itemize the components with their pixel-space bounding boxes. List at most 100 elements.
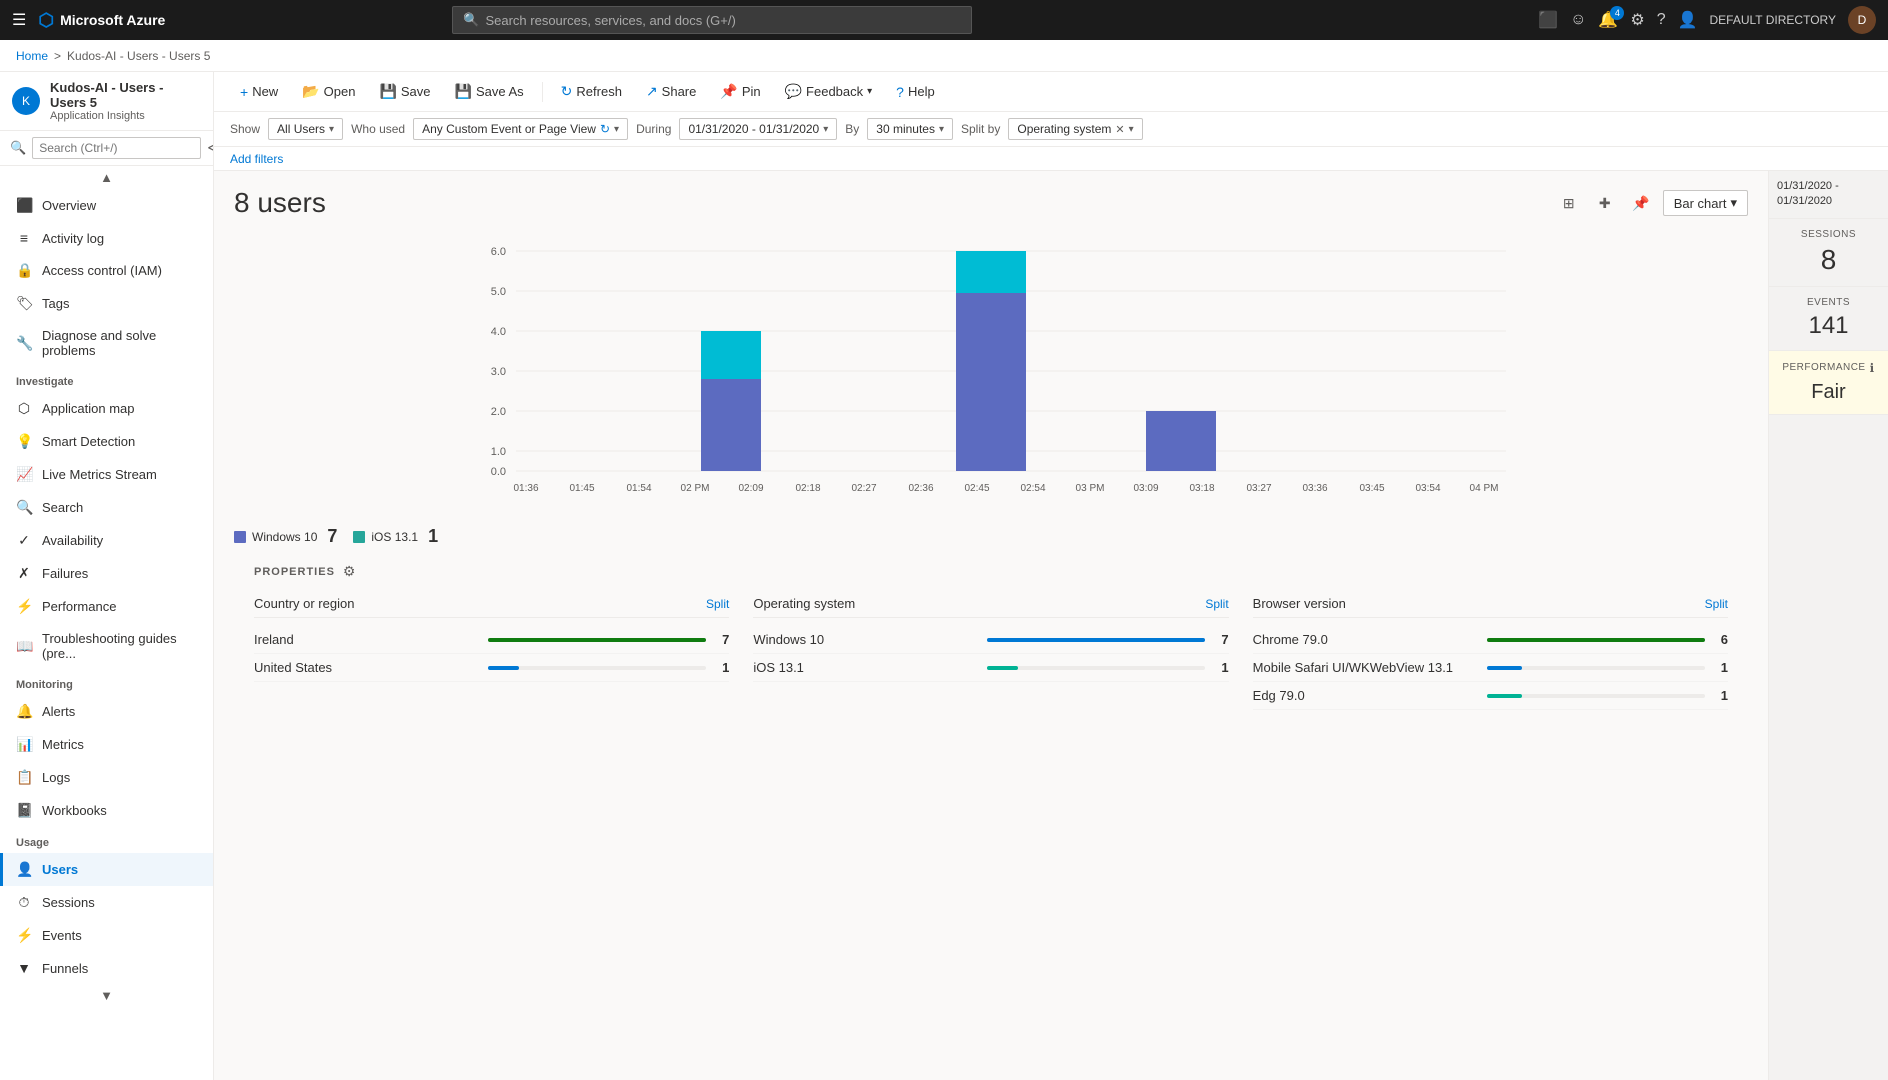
sidebar-item-activity-log[interactable]: ≡ Activity log	[0, 222, 213, 254]
failures-icon: ✗	[16, 565, 32, 582]
by-filter-value: 30 minutes	[876, 122, 935, 136]
bar-cyan-1[interactable]	[701, 331, 761, 379]
split-by-clear-icon[interactable]: ✕	[1115, 123, 1124, 136]
sidebar-search-input[interactable]	[32, 137, 201, 159]
prop-count-win10: 7	[1221, 632, 1228, 647]
sidebar-item-search[interactable]: 🔍 Search	[0, 491, 213, 524]
grid-view-btn[interactable]: ⊞	[1555, 189, 1583, 217]
show-filter-select[interactable]: All Users ▾	[268, 118, 343, 140]
resource-icon-letter: K	[22, 94, 30, 108]
save-as-button[interactable]: 💾 Save As	[445, 78, 534, 105]
user-avatar[interactable]: D	[1848, 6, 1876, 34]
sidebar-scroll-up[interactable]: ▲	[0, 166, 213, 189]
during-filter-select[interactable]: 01/31/2020 - 01/31/2020 ▾	[679, 118, 837, 140]
global-search-input[interactable]	[485, 13, 961, 28]
prop-bar-ireland	[488, 638, 706, 642]
feedback-button[interactable]: 💬 Feedback ▾	[775, 78, 883, 105]
users-icon: 👤	[16, 861, 32, 878]
prop-name-ireland: Ireland	[254, 632, 472, 647]
sidebar-item-tags[interactable]: 🏷 Tags	[0, 287, 213, 320]
sidebar-item-availability[interactable]: ✓ Availability	[0, 524, 213, 557]
add-chart-btn[interactable]: ✚	[1591, 189, 1619, 217]
sidebar-item-label: Metrics	[42, 737, 84, 752]
prop-count-ireland: 7	[722, 632, 729, 647]
split-by-chevron-icon: ▾	[1129, 124, 1134, 135]
sidebar-scroll-down[interactable]: ▼	[0, 984, 213, 1007]
split-by-filter-select[interactable]: Operating system ✕ ▾	[1008, 118, 1142, 140]
sidebar-item-events[interactable]: ⚡ Events	[0, 919, 213, 952]
legend-count-ios: 1	[428, 526, 438, 547]
pin-chart-btn[interactable]: 📌	[1627, 189, 1655, 217]
properties-gear-icon[interactable]: ⚙	[343, 563, 356, 580]
sessions-icon: ⏱	[16, 894, 32, 911]
os-split-btn[interactable]: Split	[1205, 597, 1228, 611]
who-used-filter-select[interactable]: Any Custom Event or Page View ↻ ▾	[413, 118, 628, 140]
sidebar-search-icon: 🔍	[10, 140, 26, 156]
country-split-btn[interactable]: Split	[706, 597, 729, 611]
add-filters-link[interactable]: Add filters	[230, 148, 283, 170]
breadcrumb: Home > Kudos-AI - Users - Users 5	[0, 40, 1888, 72]
share-button[interactable]: ↗ Share	[636, 78, 706, 105]
notifications-icon[interactable]: 🔔 4	[1598, 10, 1618, 30]
global-search-bar[interactable]: 🔍	[452, 6, 972, 34]
sidebar-item-label: Troubleshooting guides (pre...	[42, 631, 201, 661]
sidebar-item-diagnose[interactable]: 🔧 Diagnose and solve problems	[0, 320, 213, 366]
sidebar-item-live-metrics[interactable]: 📈 Live Metrics Stream	[0, 458, 213, 491]
sidebar-item-access-control[interactable]: 🔒 Access control (IAM)	[0, 254, 213, 287]
sidebar-item-users[interactable]: 👤 Users	[0, 853, 213, 886]
bar-cyan-2[interactable]	[956, 251, 1026, 293]
legend-color-win10	[234, 531, 246, 543]
bar-purple-3[interactable]	[1146, 411, 1216, 471]
sidebar-item-metrics[interactable]: 📊 Metrics	[0, 728, 213, 761]
sidebar-item-logs[interactable]: 📋 Logs	[0, 761, 213, 794]
feedback-icon[interactable]: ☺	[1570, 11, 1586, 29]
open-button[interactable]: 📂 Open	[292, 78, 365, 105]
svg-text:03:27: 03:27	[1246, 483, 1271, 494]
chart-header: 8 users ⊞ ✚ 📌 Bar chart ▾	[234, 187, 1748, 219]
sidebar-item-application-map[interactable]: ⬡ Application map	[0, 392, 213, 425]
browser-split-btn[interactable]: Split	[1705, 597, 1728, 611]
sidebar-item-performance[interactable]: ⚡ Performance	[0, 590, 213, 623]
sidebar-collapse-btn[interactable]: ≪	[207, 140, 214, 156]
bar-purple-2[interactable]	[956, 293, 1026, 471]
account-icon[interactable]: 👤	[1678, 10, 1698, 30]
help-button[interactable]: ? Help	[886, 79, 945, 105]
overview-icon: ⬛	[16, 197, 32, 214]
save-icon: 💾	[379, 83, 396, 100]
menu-hamburger-icon[interactable]: ☰	[12, 10, 26, 30]
prop-bar-wrap-win10	[987, 638, 1205, 642]
sidebar-item-label: Availability	[42, 533, 103, 548]
breadcrumb-home[interactable]: Home	[16, 49, 48, 63]
sidebar-item-sessions[interactable]: ⏱ Sessions	[0, 886, 213, 919]
prop-bar-chrome	[1487, 638, 1705, 642]
sidebar-item-troubleshooting[interactable]: 📖 Troubleshooting guides (pre...	[0, 623, 213, 669]
sidebar-item-alerts[interactable]: 🔔 Alerts	[0, 695, 213, 728]
by-filter-select[interactable]: 30 minutes ▾	[867, 118, 953, 140]
cloud-shell-icon[interactable]: ⬛	[1538, 10, 1558, 30]
sidebar-item-smart-detection[interactable]: 💡 Smart Detection	[0, 425, 213, 458]
help-icon[interactable]: ?	[1657, 11, 1666, 29]
sidebar-item-funnels[interactable]: ▼ Funnels	[0, 952, 213, 984]
sidebar-item-overview[interactable]: ⬛ Overview	[0, 189, 213, 222]
chart-type-btn[interactable]: Bar chart ▾	[1663, 190, 1748, 216]
new-button[interactable]: + New	[230, 79, 288, 105]
chart-legend: Windows 10 7 iOS 13.1 1	[234, 526, 1748, 547]
refresh-button[interactable]: ↻ Refresh	[551, 78, 632, 105]
settings-icon[interactable]: ⚙	[1630, 10, 1644, 30]
sessions-value: 8	[1777, 244, 1880, 276]
bar-purple-1[interactable]	[701, 379, 761, 471]
svg-text:2.0: 2.0	[491, 406, 506, 418]
brand-logo: ⬡ Microsoft Azure	[38, 10, 165, 31]
investigate-section-label: Investigate	[0, 366, 213, 392]
sidebar-item-failures[interactable]: ✗ Failures	[0, 557, 213, 590]
pin-button[interactable]: 📌 Pin	[710, 78, 770, 105]
events-icon: ⚡	[16, 927, 32, 944]
during-label: During	[636, 122, 671, 136]
share-icon: ↗	[646, 83, 658, 100]
perf-info-icon[interactable]: ℹ	[1870, 361, 1875, 375]
sidebar-item-workbooks[interactable]: 📓 Workbooks	[0, 794, 213, 827]
legend-item-ios: iOS 13.1 1	[353, 526, 438, 547]
open-icon: 📂	[302, 83, 319, 100]
save-button[interactable]: 💾 Save	[369, 78, 440, 105]
svg-text:4.0: 4.0	[491, 326, 506, 338]
